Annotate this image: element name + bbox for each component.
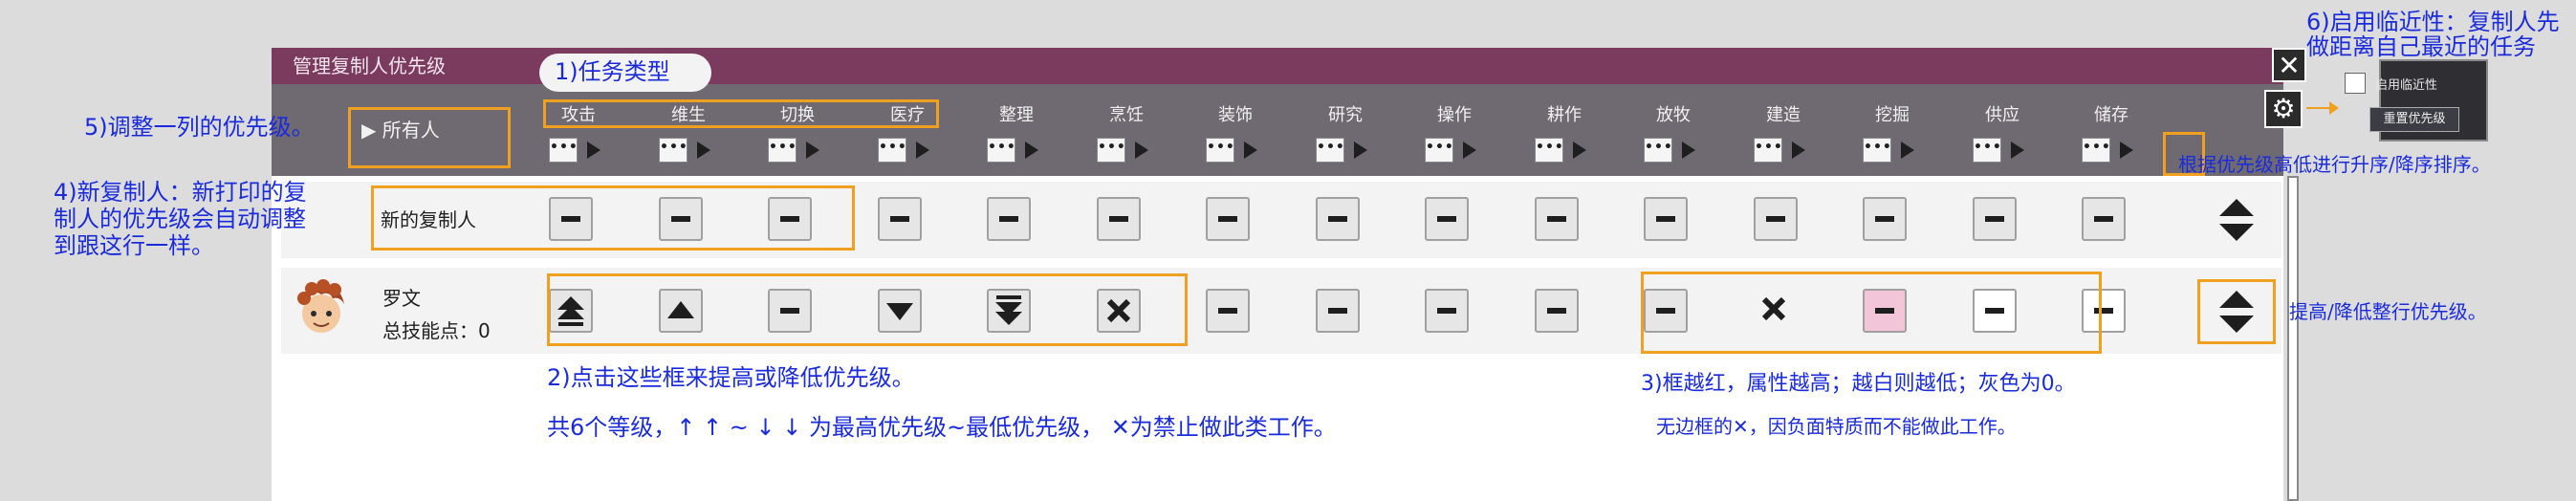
annotation-new-dupe-3: 到跟这行一样。 [54, 232, 214, 259]
pointer-line [2306, 107, 2331, 109]
priority-neutral-cell[interactable] [1644, 197, 1688, 241]
close-icon[interactable]: ✕ [2272, 48, 2306, 82]
priority-neutral-cell[interactable] [1535, 289, 1579, 333]
sort-arrow-icon[interactable] [806, 142, 819, 159]
column-options-button[interactable]: ••• [768, 138, 797, 163]
job-header-7: 研究 [1328, 105, 1363, 125]
annotation-color-meaning: 3)框越红，属性越高；越白则越低；灰色为0。 [1641, 372, 2076, 396]
column-options-button[interactable]: ••• [1973, 138, 2001, 163]
column-options-button[interactable]: ••• [1863, 138, 1891, 163]
column-options-button[interactable]: ••• [1425, 138, 1453, 163]
highlight-row-updown [2197, 279, 2276, 344]
priority-neutral-cell[interactable] [878, 197, 922, 241]
sort-arrow-icon[interactable] [1025, 142, 1038, 159]
job-header-4: 整理 [999, 105, 1034, 125]
vertical-scrollbar[interactable] [2287, 176, 2299, 501]
annotation-job-types: 1)任务类型 [555, 58, 670, 85]
sort-arrow-icon[interactable] [1244, 142, 1257, 159]
annotation-column: 5)调整一列的优先级。 [84, 114, 315, 141]
job-header-10: 放牧 [1656, 105, 1691, 125]
column-options-button[interactable]: ••• [987, 138, 1015, 163]
priority-neutral-cell[interactable] [1425, 289, 1469, 333]
highlight-attribute-color [1641, 272, 2102, 354]
job-header-6: 装饰 [1218, 105, 1253, 125]
column-options-button[interactable]: ••• [1097, 138, 1125, 163]
annotation-new-dupe-1: 4)新复制人：新打印的复 [54, 179, 307, 206]
priority-neutral-cell[interactable] [2082, 197, 2126, 241]
priority-neutral-cell[interactable] [1535, 197, 1579, 241]
priority-neutral-cell[interactable] [1425, 197, 1469, 241]
sort-arrow-icon[interactable] [1135, 142, 1148, 159]
window-title: 管理复制人优先级 [293, 54, 446, 77]
row-priority-updown-icon[interactable] [2216, 197, 2257, 243]
sort-arrow-icon[interactable] [1682, 142, 1695, 159]
job-header-8: 操作 [1437, 105, 1472, 125]
highlight-job-types [543, 99, 939, 128]
annotation-new-dupe-2: 制人的优先级会自动调整 [54, 206, 306, 232]
column-options-button[interactable]: ••• [1644, 138, 1672, 163]
column-options-button[interactable]: ••• [549, 138, 578, 163]
highlight-new-duplicant [371, 185, 855, 250]
priority-neutral-cell[interactable] [1316, 197, 1360, 241]
sort-arrow-icon[interactable] [1792, 142, 1805, 159]
priority-neutral-cell[interactable] [1973, 197, 2017, 241]
priority-neutral-cell[interactable] [1097, 197, 1141, 241]
priority-neutral-cell[interactable] [1316, 289, 1360, 333]
proximity-checkbox[interactable] [2345, 73, 2366, 94]
highlight-all-row [348, 107, 511, 168]
sort-arrow-icon[interactable] [587, 142, 600, 159]
annotation-sort: 根据优先级高低进行升序/降序排序。 [2178, 153, 2491, 176]
skill-points-label: 总技能点：0 [382, 319, 491, 342]
job-header-9: 耕作 [1547, 105, 1582, 125]
job-header-5: 烹饪 [1109, 105, 1144, 125]
gear-icon[interactable]: ⚙ [2264, 90, 2303, 128]
annotation-trait: 无边框的✕，因负面特质而不能做此工作。 [1656, 415, 2017, 438]
highlight-priority-levels [547, 273, 1188, 346]
annotation-proximity-2: 做距离自己最近的任务 [2306, 33, 2536, 60]
annotation-levels: 共6个等级，↑ ↑ ~ ↓ ↓ 为最高优先级~最低优先级， ✕为禁止做此类工作。 [547, 414, 1337, 441]
sort-arrow-icon[interactable] [2011, 142, 2024, 159]
priority-neutral-cell[interactable] [1206, 289, 1250, 333]
column-options-button[interactable]: ••• [878, 138, 906, 163]
sort-arrow-icon[interactable] [1901, 142, 1914, 159]
job-header-13: 供应 [1985, 105, 2019, 125]
job-header-14: 储存 [2094, 105, 2128, 125]
sort-arrow-icon[interactable] [1573, 142, 1586, 159]
sort-arrow-icon[interactable] [1463, 142, 1476, 159]
sort-arrow-icon[interactable] [916, 142, 929, 159]
priority-neutral-cell[interactable] [1206, 197, 1250, 241]
job-header-11: 建造 [1766, 105, 1801, 125]
column-options-button[interactable]: ••• [1535, 138, 1563, 163]
column-options-button[interactable]: ••• [2082, 138, 2110, 163]
duplicant-avatar [297, 279, 344, 333]
job-header-12: 挖掘 [1875, 105, 1910, 125]
sort-arrow-icon[interactable] [1354, 142, 1367, 159]
duplicant-name: 罗文 [382, 287, 421, 310]
column-options-button[interactable]: ••• [1206, 138, 1234, 163]
annotation-row: 提高/降低整行优先级。 [2289, 300, 2487, 323]
priority-neutral-cell[interactable] [987, 197, 1031, 241]
priority-neutral-cell[interactable] [1863, 197, 1907, 241]
priority-neutral-cell[interactable] [1754, 197, 1798, 241]
reset-priorities-button[interactable]: 重置优先级 [2369, 107, 2459, 132]
column-options-button[interactable]: ••• [1316, 138, 1344, 163]
proximity-label: 启用临近性 [2375, 78, 2438, 93]
sort-arrow-icon[interactable] [697, 142, 710, 159]
column-options-button[interactable]: ••• [659, 138, 688, 163]
sort-arrow-icon[interactable] [2120, 142, 2133, 159]
annotation-click-boxes: 2)点击这些框来提高或降低优先级。 [547, 364, 915, 391]
pointer-arrow-icon [2329, 101, 2339, 115]
column-options-button[interactable]: ••• [1754, 138, 1782, 163]
